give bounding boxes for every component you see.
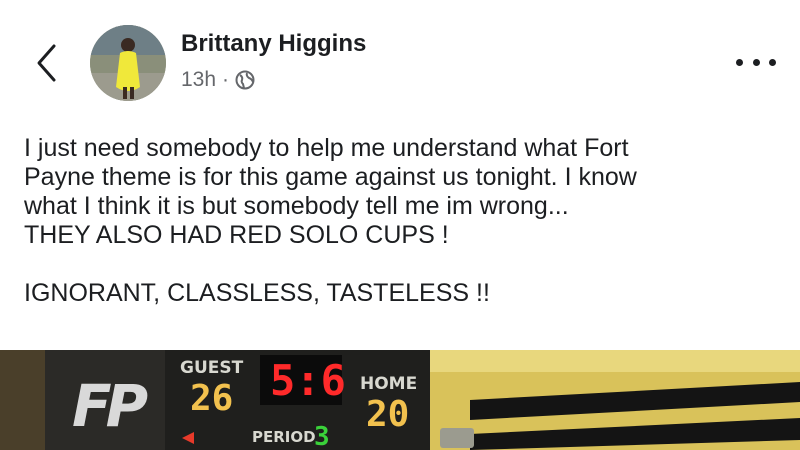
period-label: PERIOD	[252, 428, 316, 446]
post-line: THEY ALSO HAD RED SOLO CUPS !	[24, 221, 449, 249]
post-timestamp[interactable]: 13h	[181, 68, 216, 92]
post-line: I just need somebody to help me understa…	[24, 134, 629, 162]
home-score: 20	[366, 394, 410, 435]
post-meta: 13h ·	[181, 68, 255, 92]
meta-separator: ·	[222, 68, 230, 91]
more-horizontal-icon	[736, 58, 743, 66]
more-horizontal-icon	[769, 58, 776, 66]
post-line: IGNORANT, CLASSLESS, TASTELESS !!	[24, 279, 490, 307]
period-value: 3	[314, 422, 330, 450]
guest-label: GUEST	[180, 358, 244, 378]
possession-arrow-icon	[182, 432, 194, 444]
author-name[interactable]: Brittany Higgins	[181, 30, 366, 58]
post-photo[interactable]: FP GUEST 26 5:6 HOME 20 PERIOD 3	[0, 350, 800, 450]
home-label: HOME	[360, 374, 418, 394]
game-clock: 5:6	[270, 356, 346, 405]
post-line: what I think it is but somebody tell me …	[24, 192, 569, 220]
scoreboard-logo: FP	[72, 372, 148, 440]
avatar-photo	[90, 25, 166, 101]
more-options-button[interactable]	[736, 52, 776, 72]
chevron-left-icon	[37, 44, 56, 82]
guest-score: 26	[190, 378, 234, 419]
back-button[interactable]	[26, 38, 66, 88]
globe-icon[interactable]	[235, 70, 255, 90]
post-line	[24, 250, 784, 279]
more-horizontal-icon	[752, 58, 760, 66]
post-text: I just need somebody to help me understa…	[24, 134, 784, 308]
avatar[interactable]	[90, 25, 166, 101]
post-line: Payne theme is for this game against us …	[24, 163, 637, 191]
